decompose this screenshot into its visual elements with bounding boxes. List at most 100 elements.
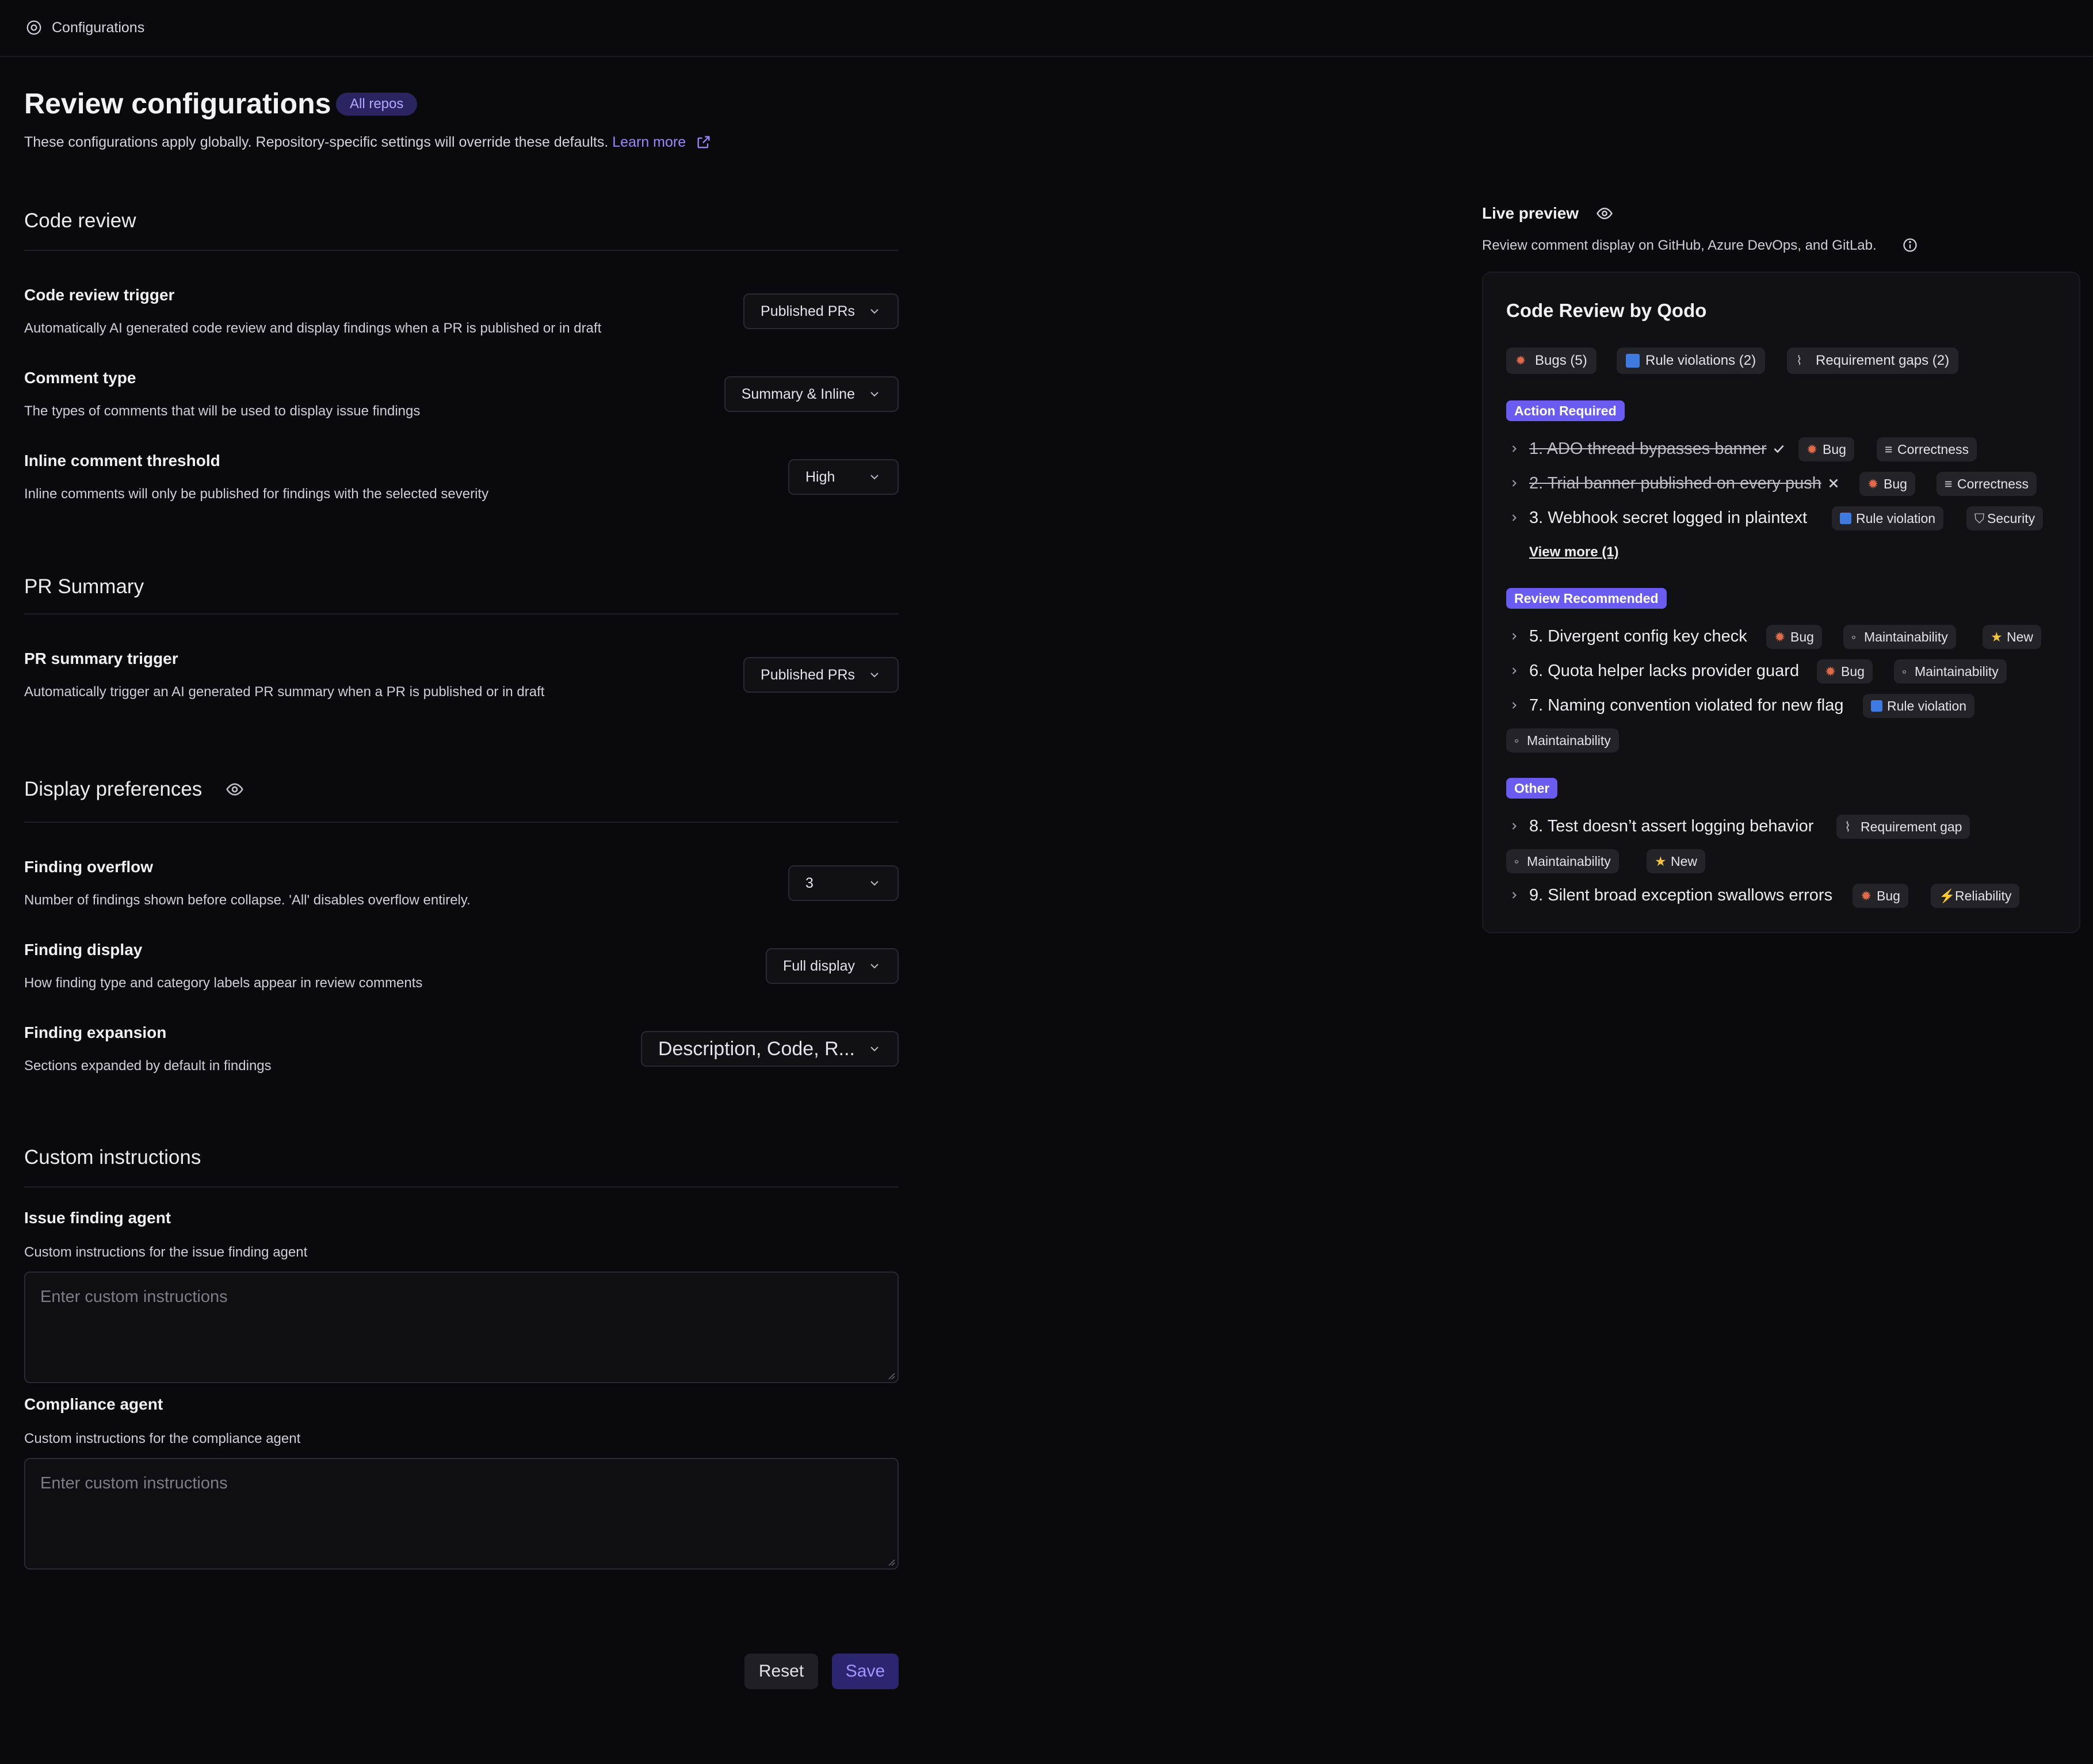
finding-title: 2. Trial banner published on every push xyxy=(1529,474,1821,492)
summary-chip-rule-violations: Rule violations (2) xyxy=(1617,348,1766,374)
tag-bug: ✹ Bug xyxy=(1766,625,1822,649)
chevron-right-icon xyxy=(1512,667,1517,674)
finding-item[interactable]: 9. Silent broad exception swallows error… xyxy=(1508,885,1832,906)
chevron-down-icon xyxy=(870,673,879,678)
finding-expansion-desc: Sections expanded by default in findings xyxy=(24,1058,272,1074)
tag-maintainability: ◦ Maintainability xyxy=(1843,625,1956,649)
select-value: Summary & Inline xyxy=(741,385,855,402)
finding-title: 9. Silent broad exception swallows error… xyxy=(1529,886,1833,904)
bug-icon: ✹ xyxy=(1515,353,1526,368)
finding-display-desc: How finding type and category labels app… xyxy=(24,975,423,991)
finding-item[interactable]: 6. Quota helper lacks provider guard xyxy=(1508,660,1799,681)
breadcrumb[interactable]: Configurations xyxy=(52,19,144,36)
bug-icon: ✹ xyxy=(1867,476,1879,491)
comment-type-select[interactable]: Summary & Inline xyxy=(724,376,899,412)
finding-display-select[interactable]: Full display xyxy=(765,948,899,984)
chevron-down-icon xyxy=(870,309,879,314)
inline-threshold-select[interactable]: High xyxy=(788,459,899,495)
chip-label: Requirement gaps (2) xyxy=(1816,353,1950,368)
chevron-right-icon xyxy=(1512,823,1517,830)
section-title-code-review: Code review xyxy=(24,209,136,232)
page-title: Review configurations xyxy=(24,87,331,120)
finding-item[interactable]: 8. Test doesn’t assert logging behavior xyxy=(1508,816,1813,837)
issue-agent-textarea[interactable]: Enter custom instructions xyxy=(24,1272,899,1383)
tag-correctness: ≡ Correctness xyxy=(1937,472,2037,496)
tag-maintainability: ◦ Maintainability xyxy=(1506,728,1619,753)
chevron-right-icon xyxy=(1512,514,1517,521)
divider xyxy=(24,613,899,614)
finding-overflow-label: Finding overflow xyxy=(24,858,153,876)
eye-icon xyxy=(1597,207,1613,220)
tag-security: ⛉ Security xyxy=(1966,506,2044,530)
bug-icon: ✹ xyxy=(1825,664,1836,679)
top-bar: Configurations xyxy=(0,0,2093,57)
bug-icon: ✹ xyxy=(1774,629,1786,644)
paperclip-icon: ⌇ xyxy=(1796,353,1802,368)
finding-item[interactable]: 5. Divergent config key check xyxy=(1508,626,1747,647)
tag-rule-violation: Rule violation xyxy=(1832,506,1944,530)
finding-item[interactable]: 1. ADO thread bypasses banner xyxy=(1508,438,1786,459)
shield-icon: ⛉ xyxy=(1974,511,1985,526)
inline-threshold-desc: Inline comments will only be published f… xyxy=(24,486,489,502)
chevron-right-icon xyxy=(1512,480,1517,487)
placeholder: Enter custom instructions xyxy=(40,1474,228,1492)
group-badge-other: Other xyxy=(1506,778,1558,799)
book-icon xyxy=(1840,513,1851,524)
compliance-agent-desc: Custom instructions for the compliance a… xyxy=(24,1431,301,1446)
divider xyxy=(24,250,899,251)
tag-maintainability: ◦ Maintainability xyxy=(1894,659,2007,684)
subtitle-text: These configurations apply globally. Rep… xyxy=(24,134,609,150)
finding-expansion-select[interactable]: Description, Code, R... xyxy=(640,1031,899,1067)
chevron-down-icon xyxy=(870,1047,879,1052)
chevron-down-icon xyxy=(870,392,879,397)
pr-summary-trigger-select[interactable]: Published PRs xyxy=(743,657,899,693)
reset-button[interactable]: Reset xyxy=(744,1654,818,1689)
external-link-icon[interactable] xyxy=(696,134,712,150)
chevron-right-icon xyxy=(1512,633,1517,640)
finding-expansion-label: Finding expansion xyxy=(24,1024,167,1041)
finding-item[interactable]: 3. Webhook secret logged in plaintext xyxy=(1508,507,1807,528)
finding-title: 6. Quota helper lacks provider guard xyxy=(1529,662,1800,680)
finding-overflow-select[interactable]: 3 xyxy=(788,865,899,901)
chip-label: Bugs (5) xyxy=(1535,353,1587,368)
finding-title: 3. Webhook secret logged in plaintext xyxy=(1529,509,1808,527)
learn-more-link[interactable]: Learn more xyxy=(612,134,686,150)
group-badge-review-recommended: Review Recommended xyxy=(1506,588,1667,609)
finding-title: 5. Divergent config key check xyxy=(1529,627,1747,646)
compliance-agent-label: Compliance agent xyxy=(24,1395,163,1413)
tag-requirement-gap: ⌇ Requirement gap xyxy=(1836,815,1970,839)
tag-bug: ✹ Bug xyxy=(1817,659,1873,684)
tag-bug: ✹ Bug xyxy=(1798,437,1854,461)
select-value: Full display xyxy=(782,957,855,974)
select-value: Description, Code, R... xyxy=(658,1037,855,1060)
pr-summary-trigger-label: PR summary trigger xyxy=(24,650,178,667)
save-button[interactable]: Save xyxy=(832,1654,899,1689)
divider xyxy=(24,1186,899,1188)
finding-title: 8. Test doesn’t assert logging behavior xyxy=(1529,817,1814,835)
code-review-trigger-select[interactable]: Published PRs xyxy=(743,293,899,329)
view-more-link[interactable]: View more (1) xyxy=(1529,544,1619,560)
page-subtitle: These configurations apply globally. Rep… xyxy=(24,133,712,151)
circle-icon: ◦ xyxy=(1902,664,1907,679)
section-title-display-preferences: Display preferences xyxy=(24,778,203,800)
resize-handle-icon[interactable] xyxy=(886,1557,895,1566)
star-icon: ★ xyxy=(1991,629,2003,644)
book-icon xyxy=(1626,354,1640,368)
tag-new: ★ New xyxy=(1983,625,2042,649)
tag-correctness: ≡ Correctness xyxy=(1877,437,1977,461)
chip-label: Rule violations (2) xyxy=(1645,353,1756,368)
info-icon[interactable] xyxy=(1902,237,1918,253)
circle-icon: ◦ xyxy=(1851,629,1857,644)
select-value: Published PRs xyxy=(761,303,855,319)
compliance-agent-textarea[interactable]: Enter custom instructions xyxy=(24,1458,899,1570)
section-title-custom-instructions: Custom instructions xyxy=(24,1146,201,1169)
resize-handle-icon[interactable] xyxy=(886,1370,895,1380)
close-icon xyxy=(1829,479,1838,488)
live-preview-subtitle: Review comment display on GitHub, Azure … xyxy=(1482,238,1877,253)
tag-bug: ✹ Bug xyxy=(1859,472,1915,496)
finding-item[interactable]: 2. Trial banner published on every push xyxy=(1508,473,1841,494)
divider xyxy=(24,822,899,823)
finding-item[interactable]: 7. Naming convention violated for new fl… xyxy=(1508,695,1843,716)
finding-overflow-desc: Number of findings shown before collapse… xyxy=(24,892,471,908)
lightning-icon: ⚡ xyxy=(1939,888,1955,903)
